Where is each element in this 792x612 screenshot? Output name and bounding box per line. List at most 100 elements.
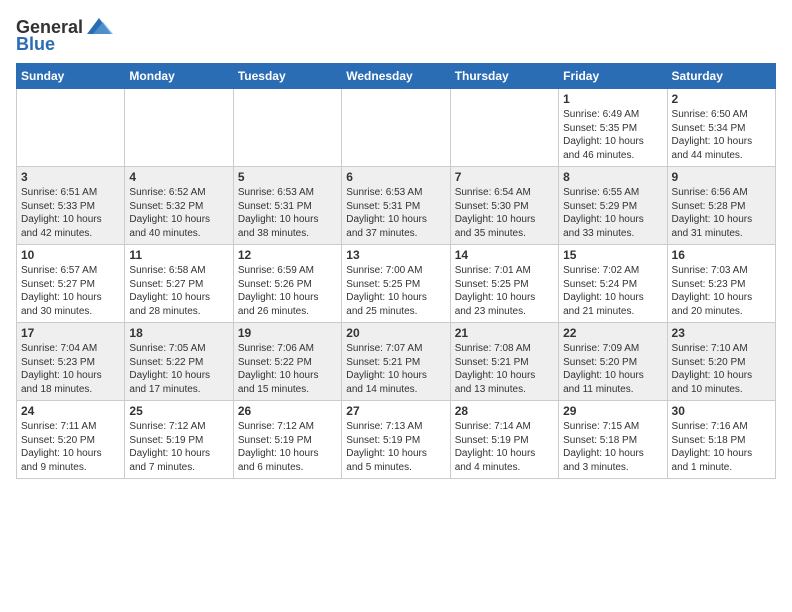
day-number: 25: [129, 404, 228, 418]
day-cell-29: 29 Sunrise: 7:15 AM Sunset: 5:18 PM Dayli…: [559, 401, 667, 479]
day-info: Sunrise: 7:14 AM Sunset: 5:19 PM Dayligh…: [455, 420, 554, 474]
empty-cell: [450, 89, 558, 167]
day-cell-26: 26 Sunrise: 7:12 AM Sunset: 5:19 PM Dayli…: [233, 401, 341, 479]
day-number: 26: [238, 404, 337, 418]
day-info: Sunrise: 7:00 AM Sunset: 5:25 PM Dayligh…: [346, 264, 445, 318]
day-cell-5: 5 Sunrise: 6:53 AM Sunset: 5:31 PM Daylig…: [233, 167, 341, 245]
day-number: 2: [672, 92, 771, 106]
day-info: Sunrise: 6:52 AM Sunset: 5:32 PM Dayligh…: [129, 186, 228, 240]
empty-cell: [342, 89, 450, 167]
day-info: Sunrise: 7:05 AM Sunset: 5:22 PM Dayligh…: [129, 342, 228, 396]
day-cell-9: 9 Sunrise: 6:56 AM Sunset: 5:28 PM Daylig…: [667, 167, 775, 245]
day-info: Sunrise: 6:56 AM Sunset: 5:28 PM Dayligh…: [672, 186, 771, 240]
day-number: 11: [129, 248, 228, 262]
day-number: 19: [238, 326, 337, 340]
day-info: Sunrise: 6:53 AM Sunset: 5:31 PM Dayligh…: [346, 186, 445, 240]
day-number: 7: [455, 170, 554, 184]
day-number: 23: [672, 326, 771, 340]
day-number: 27: [346, 404, 445, 418]
day-number: 18: [129, 326, 228, 340]
day-cell-23: 23 Sunrise: 7:10 AM Sunset: 5:20 PM Dayli…: [667, 323, 775, 401]
day-info: Sunrise: 7:07 AM Sunset: 5:21 PM Dayligh…: [346, 342, 445, 396]
day-cell-14: 14 Sunrise: 7:01 AM Sunset: 5:25 PM Dayli…: [450, 245, 558, 323]
day-info: Sunrise: 6:55 AM Sunset: 5:29 PM Dayligh…: [563, 186, 662, 240]
day-cell-4: 4 Sunrise: 6:52 AM Sunset: 5:32 PM Daylig…: [125, 167, 233, 245]
day-info: Sunrise: 7:09 AM Sunset: 5:20 PM Dayligh…: [563, 342, 662, 396]
day-number: 3: [21, 170, 120, 184]
day-number: 12: [238, 248, 337, 262]
day-cell-7: 7 Sunrise: 6:54 AM Sunset: 5:30 PM Daylig…: [450, 167, 558, 245]
day-number: 14: [455, 248, 554, 262]
day-info: Sunrise: 6:50 AM Sunset: 5:34 PM Dayligh…: [672, 108, 771, 162]
day-cell-1: 1Sunrise: 6:49 AM Sunset: 5:35 PM Daylig…: [559, 89, 667, 167]
day-cell-18: 18 Sunrise: 7:05 AM Sunset: 5:22 PM Dayli…: [125, 323, 233, 401]
day-cell-21: 21 Sunrise: 7:08 AM Sunset: 5:21 PM Dayli…: [450, 323, 558, 401]
day-cell-2: 2 Sunrise: 6:50 AM Sunset: 5:34 PM Daylig…: [667, 89, 775, 167]
day-info: Sunrise: 7:12 AM Sunset: 5:19 PM Dayligh…: [238, 420, 337, 474]
day-number: 24: [21, 404, 120, 418]
logo-blue-text: Blue: [16, 34, 55, 55]
logo-icon: [85, 16, 113, 38]
day-number: 4: [129, 170, 228, 184]
day-info: Sunrise: 7:08 AM Sunset: 5:21 PM Dayligh…: [455, 342, 554, 396]
col-header-thursday: Thursday: [450, 64, 558, 89]
empty-cell: [17, 89, 125, 167]
day-info: Sunrise: 7:10 AM Sunset: 5:20 PM Dayligh…: [672, 342, 771, 396]
day-info: Sunrise: 6:49 AM Sunset: 5:35 PM Dayligh…: [563, 108, 662, 162]
day-cell-16: 16 Sunrise: 7:03 AM Sunset: 5:23 PM Dayli…: [667, 245, 775, 323]
day-number: 30: [672, 404, 771, 418]
day-info: Sunrise: 6:58 AM Sunset: 5:27 PM Dayligh…: [129, 264, 228, 318]
logo: General Blue: [16, 16, 115, 55]
day-number: 13: [346, 248, 445, 262]
day-cell-28: 28Sunrise: 7:14 AM Sunset: 5:19 PM Dayli…: [450, 401, 558, 479]
day-cell-15: 15 Sunrise: 7:02 AM Sunset: 5:24 PM Dayli…: [559, 245, 667, 323]
day-number: 21: [455, 326, 554, 340]
day-number: 8: [563, 170, 662, 184]
calendar-table: SundayMondayTuesdayWednesdayThursdayFrid…: [16, 63, 776, 479]
col-header-monday: Monday: [125, 64, 233, 89]
day-number: 29: [563, 404, 662, 418]
day-cell-22: 22 Sunrise: 7:09 AM Sunset: 5:20 PM Dayli…: [559, 323, 667, 401]
week-row-2: 3Sunrise: 6:51 AM Sunset: 5:33 PM Daylig…: [17, 167, 776, 245]
day-info: Sunrise: 7:13 AM Sunset: 5:19 PM Dayligh…: [346, 420, 445, 474]
col-header-friday: Friday: [559, 64, 667, 89]
day-info: Sunrise: 7:04 AM Sunset: 5:23 PM Dayligh…: [21, 342, 120, 396]
day-info: Sunrise: 6:54 AM Sunset: 5:30 PM Dayligh…: [455, 186, 554, 240]
day-info: Sunrise: 7:02 AM Sunset: 5:24 PM Dayligh…: [563, 264, 662, 318]
day-cell-11: 11 Sunrise: 6:58 AM Sunset: 5:27 PM Dayli…: [125, 245, 233, 323]
day-number: 15: [563, 248, 662, 262]
day-info: Sunrise: 7:01 AM Sunset: 5:25 PM Dayligh…: [455, 264, 554, 318]
week-row-4: 17 Sunrise: 7:04 AM Sunset: 5:23 PM Dayli…: [17, 323, 776, 401]
day-info: Sunrise: 6:59 AM Sunset: 5:26 PM Dayligh…: [238, 264, 337, 318]
day-cell-30: 30Sunrise: 7:16 AM Sunset: 5:18 PM Dayli…: [667, 401, 775, 479]
day-number: 22: [563, 326, 662, 340]
day-cell-12: 12 Sunrise: 6:59 AM Sunset: 5:26 PM Dayli…: [233, 245, 341, 323]
week-row-1: 1Sunrise: 6:49 AM Sunset: 5:35 PM Daylig…: [17, 89, 776, 167]
week-row-3: 10Sunrise: 6:57 AM Sunset: 5:27 PM Dayli…: [17, 245, 776, 323]
day-cell-8: 8 Sunrise: 6:55 AM Sunset: 5:29 PM Daylig…: [559, 167, 667, 245]
day-number: 10: [21, 248, 120, 262]
empty-cell: [125, 89, 233, 167]
page-container: General Blue SundayMondayTuesdayWednesda…: [0, 0, 792, 487]
day-number: 20: [346, 326, 445, 340]
day-cell-19: 19Sunrise: 7:06 AM Sunset: 5:22 PM Dayli…: [233, 323, 341, 401]
day-info: Sunrise: 7:11 AM Sunset: 5:20 PM Dayligh…: [21, 420, 120, 474]
day-cell-17: 17 Sunrise: 7:04 AM Sunset: 5:23 PM Dayli…: [17, 323, 125, 401]
col-header-sunday: Sunday: [17, 64, 125, 89]
day-cell-25: 25Sunrise: 7:12 AM Sunset: 5:19 PM Dayli…: [125, 401, 233, 479]
day-cell-6: 6 Sunrise: 6:53 AM Sunset: 5:31 PM Daylig…: [342, 167, 450, 245]
day-number: 6: [346, 170, 445, 184]
day-number: 9: [672, 170, 771, 184]
day-cell-27: 27 Sunrise: 7:13 AM Sunset: 5:19 PM Dayli…: [342, 401, 450, 479]
day-info: Sunrise: 6:53 AM Sunset: 5:31 PM Dayligh…: [238, 186, 337, 240]
week-row-5: 24 Sunrise: 7:11 AM Sunset: 5:20 PM Dayli…: [17, 401, 776, 479]
day-cell-20: 20 Sunrise: 7:07 AM Sunset: 5:21 PM Dayli…: [342, 323, 450, 401]
day-number: 16: [672, 248, 771, 262]
day-info: Sunrise: 7:15 AM Sunset: 5:18 PM Dayligh…: [563, 420, 662, 474]
day-number: 17: [21, 326, 120, 340]
day-number: 5: [238, 170, 337, 184]
day-cell-13: 13 Sunrise: 7:00 AM Sunset: 5:25 PM Dayli…: [342, 245, 450, 323]
day-cell-3: 3Sunrise: 6:51 AM Sunset: 5:33 PM Daylig…: [17, 167, 125, 245]
header: General Blue: [16, 12, 776, 55]
day-info: Sunrise: 7:03 AM Sunset: 5:23 PM Dayligh…: [672, 264, 771, 318]
